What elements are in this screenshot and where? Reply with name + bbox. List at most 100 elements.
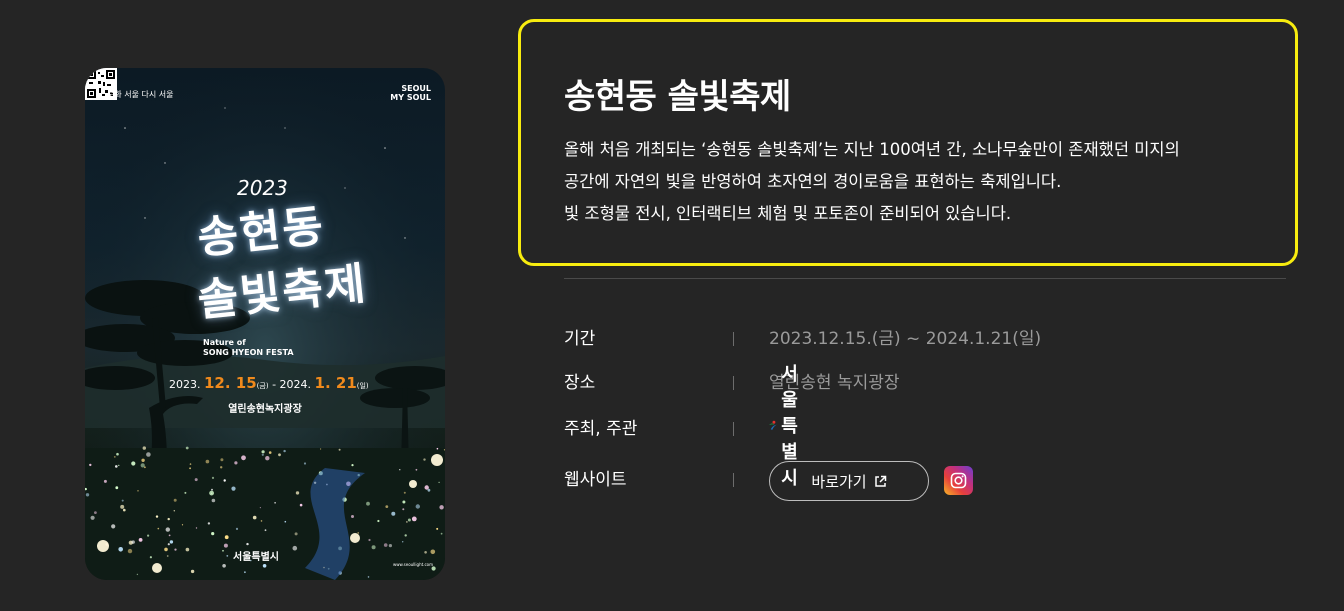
visit-website-label: 바로가기 xyxy=(811,472,867,491)
firefly-light xyxy=(137,490,139,492)
firefly-light xyxy=(195,527,198,529)
firefly-light xyxy=(155,515,159,518)
poster-dates: 2023. 12. 15(금) - 2024. 1. 21(일) xyxy=(169,374,369,392)
visit-website-button[interactable]: 바로가기 xyxy=(769,461,929,501)
firefly-light xyxy=(367,576,370,578)
firefly-light xyxy=(278,453,281,457)
firefly-light xyxy=(377,519,380,523)
website-label: 웹사이트 xyxy=(564,470,627,490)
firefly-light xyxy=(351,515,354,518)
firefly-light xyxy=(189,467,191,470)
firefly-light xyxy=(231,486,236,491)
firefly-light xyxy=(138,538,143,542)
firefly-light xyxy=(89,463,92,467)
firefly-light xyxy=(226,555,229,557)
firefly-light xyxy=(211,498,216,503)
firefly-light xyxy=(211,476,215,479)
firefly-light xyxy=(173,498,177,502)
host-label: 주최, 주관 xyxy=(564,419,638,439)
firefly-light xyxy=(294,532,298,536)
firefly-light xyxy=(320,448,322,450)
firefly-light xyxy=(194,478,198,482)
firefly-light xyxy=(90,515,95,520)
section-divider xyxy=(564,278,1286,279)
firefly-light xyxy=(246,542,249,546)
firefly-light xyxy=(252,515,257,520)
firefly-light xyxy=(403,491,406,494)
firefly-light xyxy=(235,527,239,530)
seoul-city-logo: 서울특별시 xyxy=(768,364,813,489)
poster-english-title: Nature of SONG HYEON FESTA xyxy=(203,338,294,358)
firefly-light xyxy=(431,454,443,466)
firefly-light xyxy=(303,462,307,465)
firefly-light xyxy=(205,459,210,464)
poster-dates-mid: - 2024. xyxy=(268,378,312,391)
firefly-light xyxy=(399,469,401,471)
firefly-light xyxy=(402,500,406,504)
firefly-light xyxy=(265,456,270,461)
external-link-icon xyxy=(874,475,886,487)
firefly-light xyxy=(261,453,264,456)
firefly-light xyxy=(220,466,223,469)
firefly-light xyxy=(407,518,411,522)
firefly-light xyxy=(224,535,229,540)
poster-seoul-logo: 서울특별시 xyxy=(233,552,279,563)
row-separator xyxy=(733,332,734,346)
firefly-light xyxy=(165,527,170,532)
firefly-light xyxy=(223,479,226,482)
firefly-light xyxy=(424,485,429,490)
firefly-light xyxy=(338,448,341,451)
poster-seoul-my-soul: SEOUL MY SOUL xyxy=(390,84,431,102)
poster-english-line1: Nature of xyxy=(203,338,246,347)
instagram-link-button[interactable] xyxy=(944,466,973,495)
row-separator xyxy=(733,422,734,436)
firefly-light xyxy=(118,464,120,466)
festival-title: 송현동 솔빛축제 xyxy=(564,77,791,117)
poster-place: 열린송현녹지광장 xyxy=(228,404,302,415)
firefly-light xyxy=(184,491,187,494)
firefly-light xyxy=(350,533,360,543)
firefly-light xyxy=(174,548,177,551)
poster-slogan: 문화 서울 다시 서울 xyxy=(107,90,174,99)
firefly-light xyxy=(103,479,107,483)
firefly-light xyxy=(97,540,109,552)
firefly-light xyxy=(185,446,189,450)
firefly-light xyxy=(406,521,408,523)
firefly-light xyxy=(131,461,136,466)
firefly-light xyxy=(211,488,213,491)
firefly-light xyxy=(85,493,90,497)
firefly-light xyxy=(141,458,145,462)
firefly-light xyxy=(142,446,146,450)
firefly-light xyxy=(431,566,436,571)
firefly-light xyxy=(167,517,170,521)
firefly-light xyxy=(115,465,118,468)
firefly-light xyxy=(260,520,263,522)
venue-label: 장소 xyxy=(564,373,596,393)
firefly-light xyxy=(423,458,426,461)
firefly-light xyxy=(439,505,444,510)
firefly-light xyxy=(168,534,171,537)
firefly-light xyxy=(127,548,133,554)
firefly-light xyxy=(166,555,169,557)
firefly-light xyxy=(147,534,150,537)
firefly-light xyxy=(211,532,215,536)
firefly-light xyxy=(371,545,376,550)
firefly-light xyxy=(430,549,436,555)
firefly-light xyxy=(222,549,224,552)
firefly-light xyxy=(118,547,123,552)
firefly-light xyxy=(189,463,192,465)
firefly-light xyxy=(299,503,303,507)
firefly-light xyxy=(173,510,175,512)
firefly-light xyxy=(440,532,443,535)
instagram-icon xyxy=(950,472,967,489)
firefly-light xyxy=(181,524,184,526)
firefly-light xyxy=(411,516,417,522)
firefly-light xyxy=(438,481,440,484)
firefly-light xyxy=(120,504,125,509)
poster-dates-prefix: 2023. xyxy=(169,378,201,391)
firefly-light xyxy=(220,458,224,462)
firefly-light xyxy=(115,486,119,490)
row-separator xyxy=(733,473,734,487)
firefly-light xyxy=(409,480,417,488)
firefly-light xyxy=(415,468,418,471)
